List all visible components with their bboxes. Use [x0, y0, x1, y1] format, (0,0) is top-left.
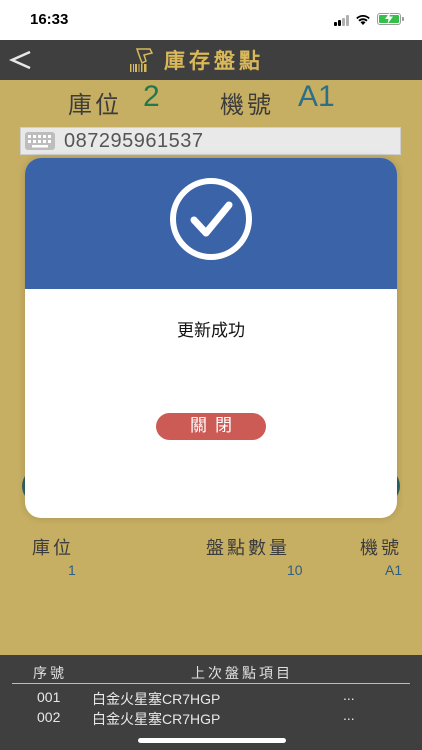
battery-icon [377, 12, 404, 25]
history-row-seq: 002 [37, 709, 61, 725]
dialog-message: 更新成功 [177, 321, 245, 341]
status-time: 16:33 [30, 11, 69, 28]
history-seq-header: 序號 [33, 666, 67, 682]
success-dialog: 更新成功 關閉 [25, 158, 397, 518]
home-indicator[interactable] [138, 738, 286, 743]
nav-bar: 庫存盤點 [0, 40, 422, 80]
summary-location-header: 庫位 [32, 538, 74, 559]
summary-count-value: 10 [287, 562, 303, 578]
history-row-item: 白金火星塞CR7HGP [92, 711, 221, 727]
history-divider [12, 683, 410, 684]
close-button[interactable]: 關閉 [156, 413, 266, 440]
summary-machine-header: 機號 [360, 538, 402, 559]
barcode-value: 087295961537 [64, 129, 204, 152]
machine-value: A1 [298, 80, 335, 113]
history-item-header: 上次盤點項目 [191, 666, 293, 682]
status-bar: 16:33 [0, 0, 422, 40]
check-circle-icon [170, 178, 252, 260]
summary-machine-value: A1 [385, 562, 403, 578]
page-title: 庫存盤點 [164, 49, 264, 73]
dialog-header [25, 158, 397, 289]
history-row-more[interactable]: ... [343, 707, 355, 723]
machine-label: 機號 [220, 91, 274, 119]
wifi-icon [356, 15, 370, 25]
keyboard-icon[interactable] [24, 131, 56, 151]
history-row-seq: 001 [37, 689, 61, 705]
summary-location-value: 1 [68, 562, 76, 578]
back-arrow-icon[interactable] [6, 44, 38, 76]
history-row-more[interactable]: ... [343, 687, 355, 703]
cellular-signal-icon [334, 15, 350, 26]
history-row-item: 白金火星塞CR7HGP [92, 691, 221, 707]
barcode-scanner-icon [130, 48, 154, 72]
nav-title-group: 庫存盤點 [128, 46, 264, 74]
barcode-input[interactable]: 087295961537 [20, 127, 401, 155]
summary-count-header: 盤點數量 [206, 538, 290, 559]
location-label: 庫位 [68, 91, 122, 119]
location-value: 2 [143, 80, 160, 113]
